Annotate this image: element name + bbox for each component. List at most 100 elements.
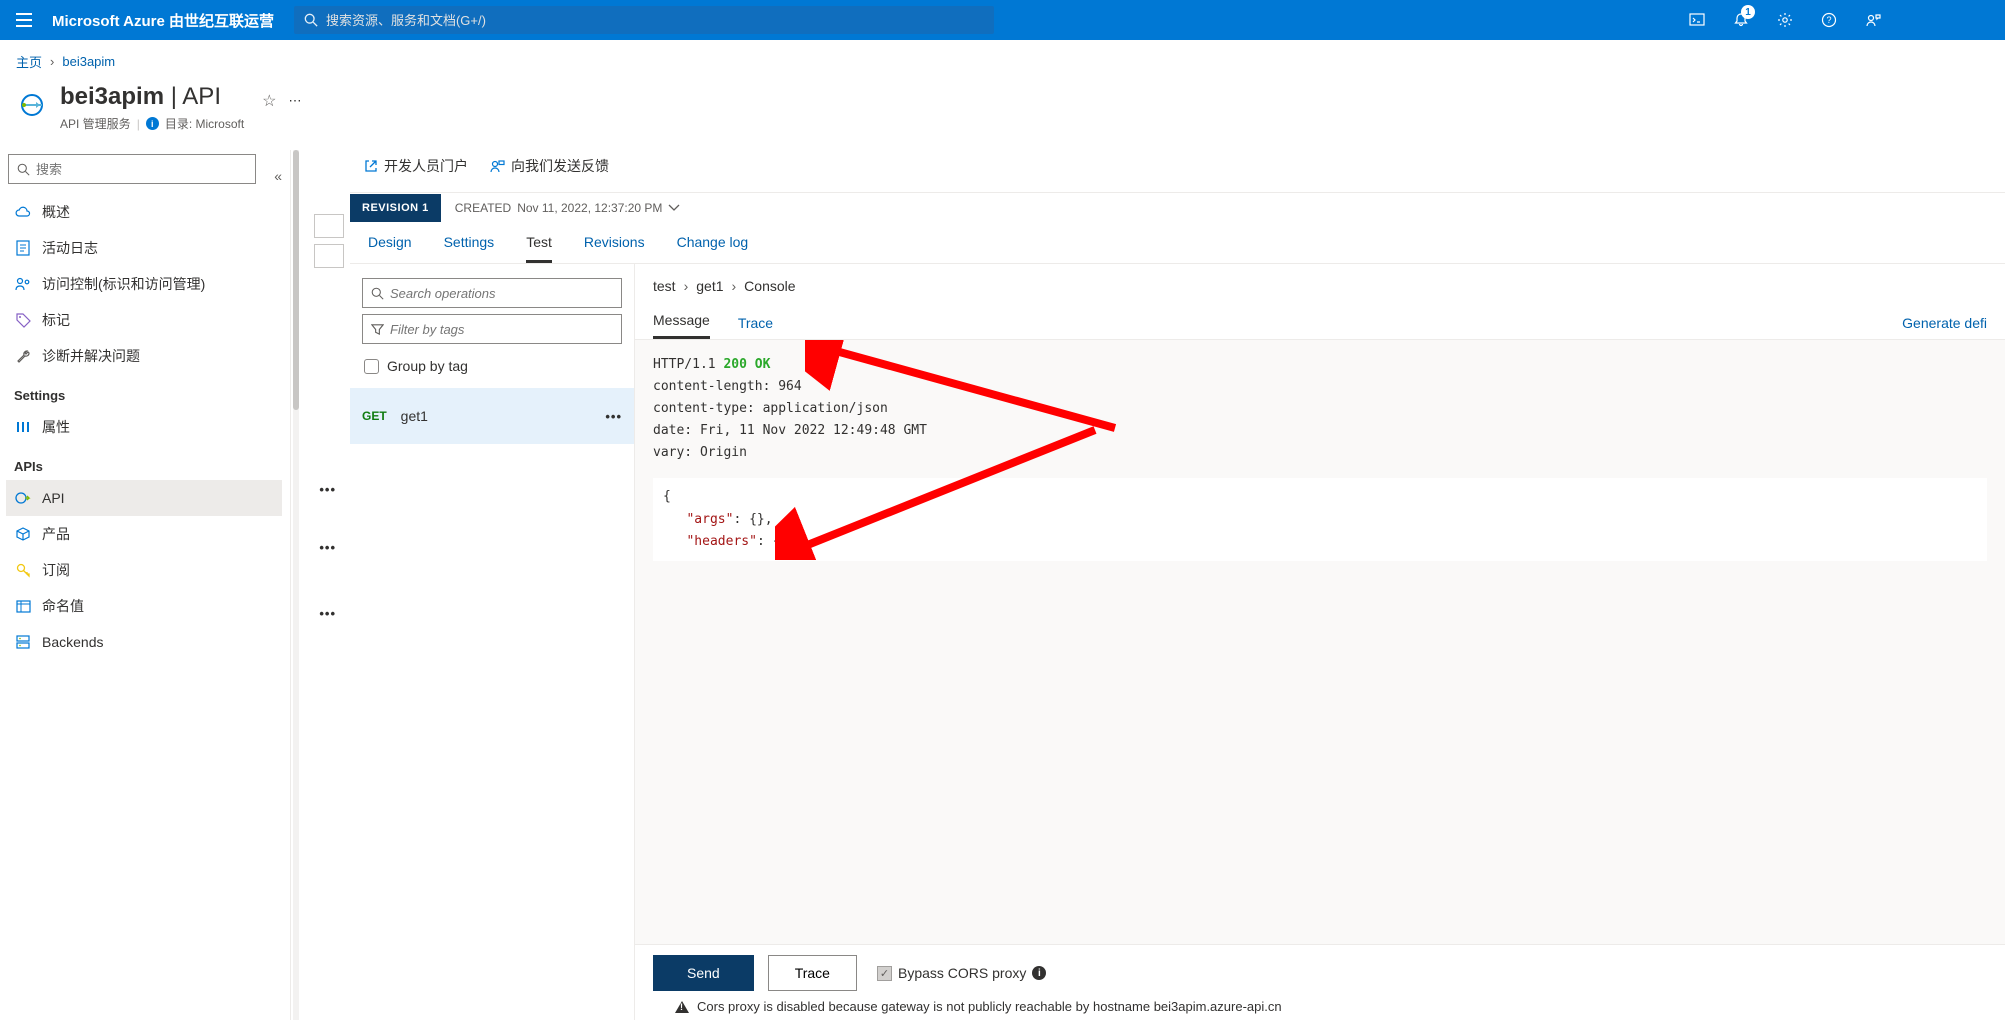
brand-label: Microsoft Azure 由世纪互联运营 bbox=[48, 10, 286, 31]
sidebar-item-backends[interactable]: Backends bbox=[6, 624, 282, 660]
server-icon bbox=[14, 633, 32, 651]
console-pane: test› get1› Console Message Trace Genera… bbox=[635, 264, 2005, 1020]
tab-change-log[interactable]: Change log bbox=[677, 234, 749, 263]
table-icon bbox=[14, 597, 32, 615]
collapse-sidebar-button[interactable]: « bbox=[274, 168, 282, 184]
directory-label: 目录: Microsoft bbox=[165, 115, 244, 132]
tab-message[interactable]: Message bbox=[653, 312, 710, 339]
sidebar-item-activity-log[interactable]: 活动日志 bbox=[6, 230, 282, 266]
group-by-tag-checkbox[interactable]: Group by tag bbox=[362, 350, 622, 388]
person-feedback-icon bbox=[1865, 12, 1881, 28]
api-tabs: Design Settings Test Revisions Change lo… bbox=[350, 222, 2005, 264]
filter-tags[interactable] bbox=[362, 314, 622, 344]
favorite-button[interactable]: ☆ bbox=[262, 91, 276, 111]
gutter-box[interactable] bbox=[314, 244, 344, 268]
apim-icon bbox=[16, 89, 48, 121]
header-content-length: content-length: 964 bbox=[653, 376, 1987, 398]
properties-icon bbox=[14, 418, 32, 436]
sidebar: « 概述 活动日志 访问控制(标识和访问管理) 标记 诊断并解决问题 Setti… bbox=[0, 150, 290, 1020]
sidebar-search-input[interactable] bbox=[30, 162, 247, 177]
sidebar-item-diagnose[interactable]: 诊断并解决问题 bbox=[6, 338, 282, 374]
notifications-button[interactable]: 1 bbox=[1719, 0, 1763, 40]
feedback-button[interactable] bbox=[1851, 0, 1895, 40]
more-icon[interactable]: ••• bbox=[319, 540, 336, 555]
filter-tags-input[interactable] bbox=[390, 322, 613, 337]
global-search[interactable] bbox=[294, 6, 994, 34]
search-icon bbox=[371, 287, 384, 300]
sidebar-item-overview[interactable]: 概述 bbox=[6, 194, 282, 230]
sidebar-search[interactable] bbox=[8, 154, 256, 184]
help-button[interactable]: ? bbox=[1807, 0, 1851, 40]
checkbox-icon: ✓ bbox=[877, 966, 892, 981]
filter-icon bbox=[371, 323, 384, 336]
search-operations[interactable] bbox=[362, 278, 622, 308]
operation-row-get1[interactable]: GET get1 ••• bbox=[350, 388, 634, 444]
send-feedback-link[interactable]: 向我们发送反馈 bbox=[490, 156, 609, 176]
breadcrumb-home[interactable]: 主页 bbox=[16, 52, 42, 71]
key-icon bbox=[14, 561, 32, 579]
search-icon bbox=[17, 163, 30, 176]
sidebar-item-access-control[interactable]: 访问控制(标识和访问管理) bbox=[6, 266, 282, 302]
gutter-box[interactable] bbox=[314, 214, 344, 238]
sidebar-item-tags[interactable]: 标记 bbox=[6, 302, 282, 338]
log-icon bbox=[14, 239, 32, 257]
action-bar: Send Trace ✓ Bypass CORS proxy i Cors pr… bbox=[635, 944, 2005, 1020]
more-button[interactable]: ⋯ bbox=[289, 93, 302, 109]
tab-trace[interactable]: Trace bbox=[738, 315, 773, 339]
sidebar-item-api[interactable]: API bbox=[6, 480, 282, 516]
tab-settings[interactable]: Settings bbox=[444, 234, 495, 263]
json-body: { "args": {}, "headers": { bbox=[653, 478, 1987, 560]
sidebar-heading-settings: Settings bbox=[6, 374, 282, 409]
tab-test[interactable]: Test bbox=[526, 234, 552, 263]
more-icon[interactable]: ••• bbox=[319, 482, 336, 497]
cloud-shell-button[interactable] bbox=[1675, 0, 1719, 40]
status-ok: 200 OK bbox=[723, 357, 770, 372]
sidebar-item-named-values[interactable]: 命名值 bbox=[6, 588, 282, 624]
tab-design[interactable]: Design bbox=[368, 234, 412, 263]
people-icon bbox=[14, 275, 32, 293]
revision-bar: REVISION 1 CREATED Nov 11, 2022, 12:37:2… bbox=[350, 192, 2005, 222]
http-verb-label: GET bbox=[362, 409, 387, 423]
more-icon[interactable]: ••• bbox=[319, 606, 336, 621]
svg-text:?: ? bbox=[1826, 15, 1831, 25]
generate-definition-link[interactable]: Generate defi bbox=[1902, 315, 1987, 339]
search-icon bbox=[304, 13, 318, 27]
bypass-cors-checkbox[interactable]: ✓ Bypass CORS proxy i bbox=[877, 965, 1046, 981]
breadcrumb: 主页 › bei3apim bbox=[0, 40, 2005, 79]
external-link-icon bbox=[364, 159, 378, 173]
search-operations-input[interactable] bbox=[390, 286, 613, 301]
menu-button[interactable] bbox=[0, 0, 48, 40]
tab-revisions[interactable]: Revisions bbox=[584, 234, 645, 263]
notification-badge: 1 bbox=[1741, 5, 1755, 19]
sidebar-item-subscriptions[interactable]: 订阅 bbox=[6, 552, 282, 588]
sidebar-heading-apis: APIs bbox=[6, 445, 282, 480]
dev-portal-link[interactable]: 开发人员门户 bbox=[364, 156, 468, 176]
operation-more-button[interactable]: ••• bbox=[605, 409, 622, 424]
help-icon: ? bbox=[1821, 12, 1837, 28]
breadcrumb-separator: › bbox=[50, 54, 54, 69]
info-icon: i bbox=[146, 117, 159, 130]
operation-name-label: get1 bbox=[401, 408, 428, 424]
warning-icon bbox=[675, 1001, 689, 1013]
scrollbar-thumb[interactable] bbox=[293, 150, 299, 410]
breadcrumb-current[interactable]: bei3apim bbox=[62, 54, 115, 69]
revision-created-value: Nov 11, 2022, 12:37:20 PM bbox=[517, 201, 662, 215]
global-search-input[interactable] bbox=[318, 13, 984, 28]
header-date: date: Fri, 11 Nov 2022 12:49:48 GMT bbox=[653, 420, 1987, 442]
header-content-type: content-type: application/json bbox=[653, 398, 1987, 420]
info-icon[interactable]: i bbox=[1032, 966, 1046, 980]
hamburger-icon bbox=[16, 13, 32, 27]
api-icon bbox=[14, 489, 32, 507]
cors-warning: Cors proxy is disabled because gateway i… bbox=[653, 991, 1987, 1014]
revision-created-prefix: CREATED bbox=[455, 201, 511, 215]
account-area[interactable] bbox=[1895, 0, 2005, 40]
gear-icon bbox=[1777, 12, 1793, 28]
sidebar-item-products[interactable]: 产品 bbox=[6, 516, 282, 552]
wrench-icon bbox=[14, 347, 32, 365]
settings-button[interactable] bbox=[1763, 0, 1807, 40]
chevron-down-icon[interactable] bbox=[668, 204, 680, 212]
trace-button[interactable]: Trace bbox=[768, 955, 857, 991]
send-button[interactable]: Send bbox=[653, 955, 754, 991]
message-tabs: Message Trace Generate defi bbox=[635, 312, 2005, 340]
sidebar-item-properties[interactable]: 属性 bbox=[6, 409, 282, 445]
